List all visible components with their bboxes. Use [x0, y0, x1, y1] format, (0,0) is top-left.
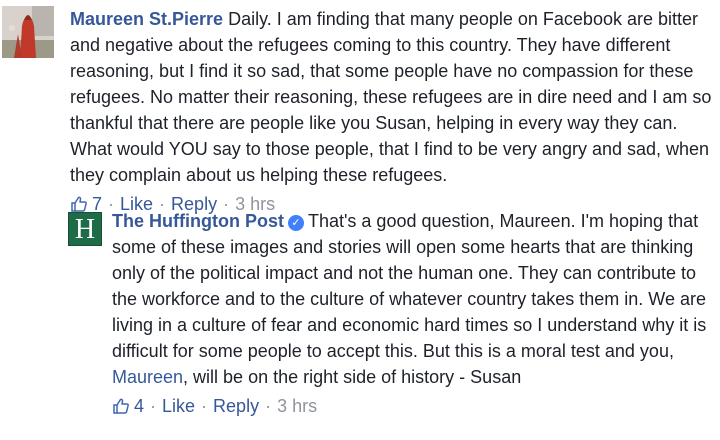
thumbs-up-icon [113, 398, 129, 414]
separator: · [201, 396, 208, 416]
comment-text: Maureen St.Pierre Daily. I am finding th… [70, 6, 718, 188]
comment-author-link[interactable]: The Huffington Post [112, 211, 284, 231]
mention-link[interactable]: Maureen [112, 367, 183, 387]
comment-actions: 4 · Like · Reply · 3 hrs [112, 394, 718, 418]
comment: Maureen St.Pierre Daily. I am finding th… [0, 6, 720, 214]
separator: · [265, 396, 272, 416]
avatar[interactable] [2, 6, 54, 58]
comment-author-link[interactable]: Maureen St.Pierre [70, 9, 223, 29]
like-count[interactable]: 4 [134, 394, 144, 418]
reply-comment: H The Huffington Post ✓ That's a good ques… [0, 208, 720, 436]
comment-text: The Huffington Post ✓ That's a good questi… [112, 208, 718, 390]
comment-body: Daily. I am finding that many people on … [70, 9, 712, 185]
verified-check-icon: ✓ [287, 215, 304, 231]
comment-body: That's a good question, Maureen. I'm hop… [112, 211, 707, 361]
comment-body-end: , will be on the right side of history -… [183, 367, 522, 387]
avatar[interactable]: H [68, 212, 102, 246]
like-button[interactable]: Like [162, 394, 195, 418]
reply-button[interactable]: Reply [213, 394, 259, 418]
timestamp[interactable]: 3 hrs [277, 394, 317, 418]
separator: · [150, 396, 157, 416]
profile-photo-icon [2, 6, 54, 58]
